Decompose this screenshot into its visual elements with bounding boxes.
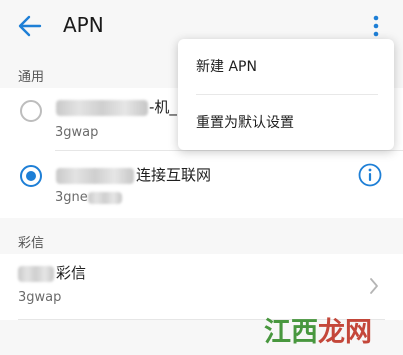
section-header-mms: 彩信: [18, 236, 45, 251]
info-button[interactable]: [357, 162, 383, 188]
apn-row-2-subtitle: 3gne: [55, 190, 88, 205]
mms-row-subtitle: 3gwap: [18, 290, 62, 305]
svg-text:龙网: 龙网: [318, 317, 372, 348]
chevron-right-icon: [370, 278, 378, 294]
redacted-text: [88, 192, 122, 204]
arrow-left-icon: [18, 15, 42, 37]
more-options-button[interactable]: [364, 10, 388, 42]
menu-item-reset-default[interactable]: 重置为默认设置: [196, 113, 294, 133]
apn-list-mms: 彩信 3gwap: [0, 254, 403, 320]
redacted-text: [18, 266, 54, 282]
radio-button-selected[interactable]: [20, 165, 42, 187]
back-button[interactable]: [14, 10, 46, 42]
info-icon: [358, 163, 382, 187]
page-title: APN: [63, 13, 104, 37]
menu-divider: [196, 94, 378, 95]
overflow-menu: 新建 APN 重置为默认设置: [178, 39, 394, 150]
redacted-text: [56, 168, 134, 184]
watermark-logo: 江西 龙网: [262, 312, 374, 348]
apn-row-1-title: -机_: [149, 98, 177, 116]
apn-row-2[interactable]: 连接互联网 3gne: [0, 151, 403, 218]
section-header-general: 通用: [18, 70, 45, 85]
more-vertical-icon: [373, 15, 379, 37]
apn-row-1-subtitle: 3gwap: [55, 125, 99, 140]
menu-item-new-apn[interactable]: 新建 APN: [196, 57, 257, 77]
mms-row-title: 彩信: [56, 264, 87, 282]
radio-button-unselected[interactable]: [20, 100, 42, 122]
mms-apn-row[interactable]: 彩信 3gwap: [0, 254, 403, 320]
redacted-text: [56, 100, 148, 116]
svg-text:江西: 江西: [264, 317, 318, 348]
apn-row-2-title: 连接互联网: [136, 166, 212, 184]
